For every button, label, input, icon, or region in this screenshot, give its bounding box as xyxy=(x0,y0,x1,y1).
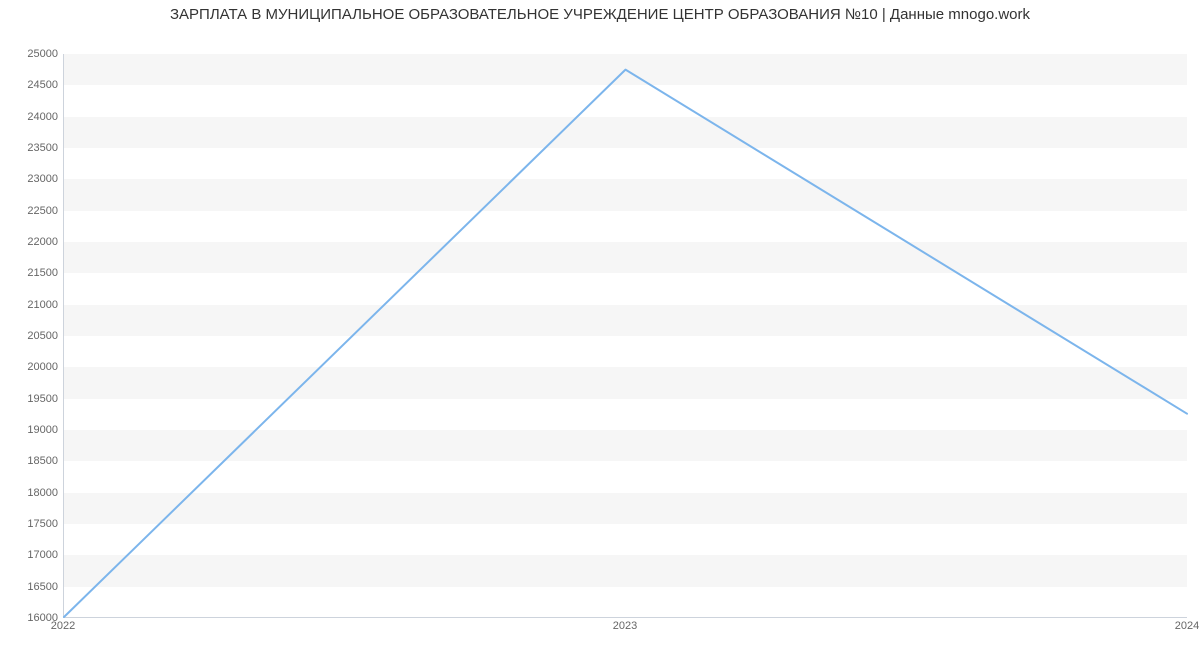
y-tick-label: 18000 xyxy=(27,487,58,499)
y-axis-labels: 1600016500170001750018000185001900019500… xyxy=(0,54,58,618)
x-tick-label: 2024 xyxy=(1175,620,1199,632)
plot-area xyxy=(63,54,1187,618)
y-tick-label: 24000 xyxy=(27,111,58,123)
y-tick-label: 20500 xyxy=(27,330,58,342)
y-tick-label: 23000 xyxy=(27,173,58,185)
x-tick-label: 2023 xyxy=(613,620,637,632)
line-series xyxy=(64,54,1187,617)
y-tick-label: 16500 xyxy=(27,581,58,593)
x-tick-label: 2022 xyxy=(51,620,75,632)
x-axis-labels: 202220232024 xyxy=(63,620,1187,640)
y-tick-label: 23500 xyxy=(27,142,58,154)
chart-title: ЗАРПЛАТА В МУНИЦИПАЛЬНОЕ ОБРАЗОВАТЕЛЬНОЕ… xyxy=(0,6,1200,23)
y-tick-label: 25000 xyxy=(27,48,58,60)
y-tick-label: 22500 xyxy=(27,205,58,217)
y-tick-label: 24500 xyxy=(27,79,58,91)
y-tick-label: 20000 xyxy=(27,361,58,373)
y-tick-label: 19000 xyxy=(27,424,58,436)
y-tick-label: 21500 xyxy=(27,267,58,279)
y-tick-label: 22000 xyxy=(27,236,58,248)
y-tick-label: 19500 xyxy=(27,393,58,405)
y-tick-label: 17000 xyxy=(27,549,58,561)
y-tick-label: 18500 xyxy=(27,455,58,467)
y-tick-label: 17500 xyxy=(27,518,58,530)
y-tick-label: 21000 xyxy=(27,299,58,311)
chart-container: ЗАРПЛАТА В МУНИЦИПАЛЬНОЕ ОБРАЗОВАТЕЛЬНОЕ… xyxy=(0,0,1200,650)
